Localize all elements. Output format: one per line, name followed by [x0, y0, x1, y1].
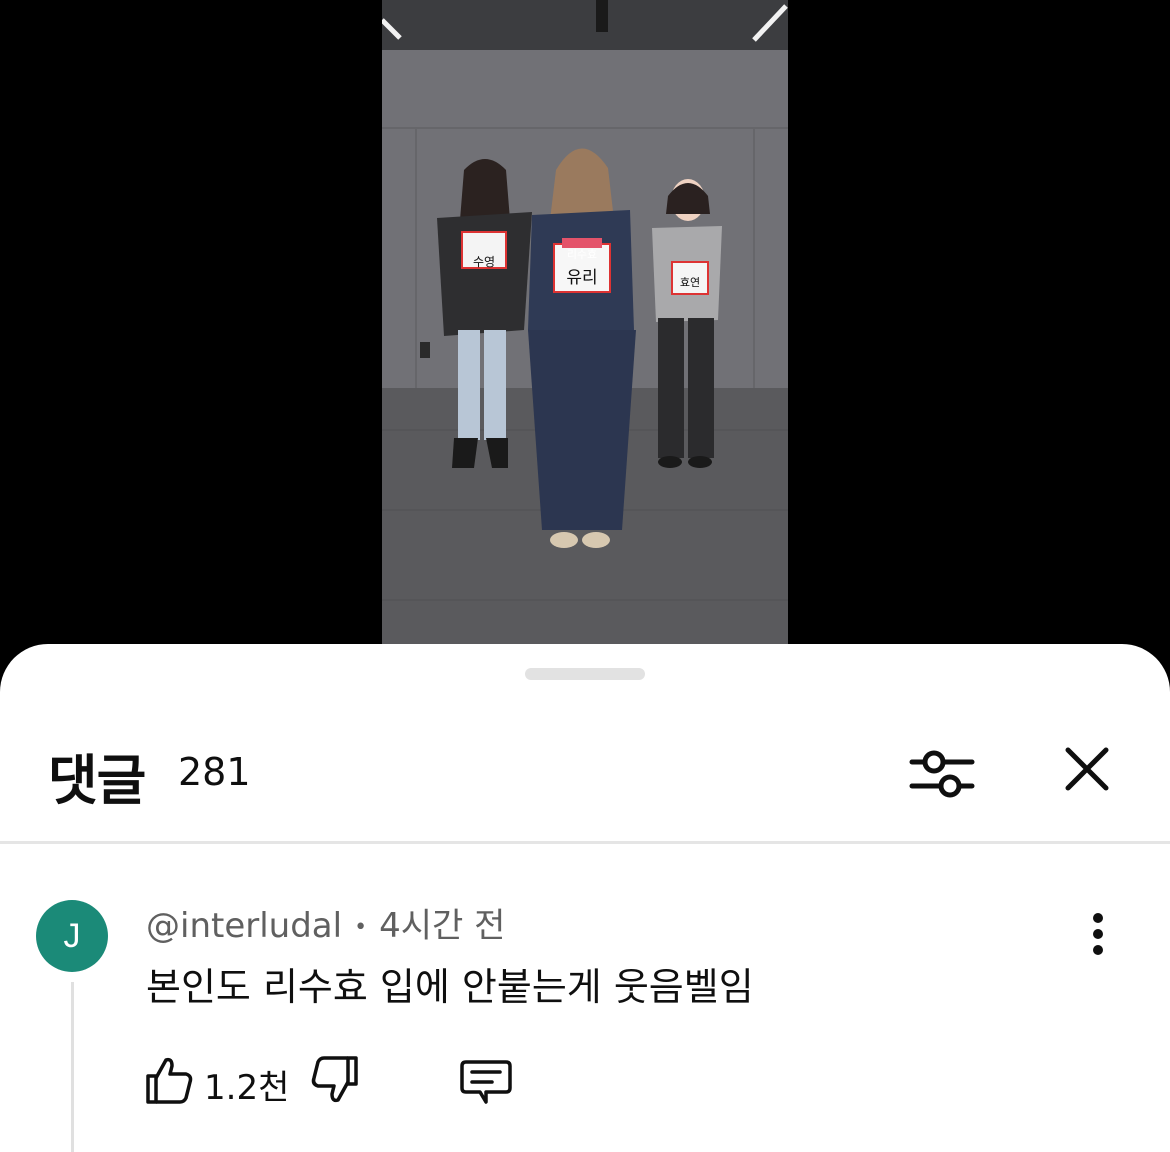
bib-label-left: 수영 [473, 255, 495, 269]
bib-label-right: 효연 [680, 276, 700, 289]
thumbs-up-icon [146, 1057, 193, 1104]
bib-label-center: 유리 [566, 268, 597, 288]
video-frame[interactable]: 수영 리수효 유리 효연 [382, 0, 788, 644]
comment-meta: @interludal • 4시간 전 [146, 898, 505, 947]
close-button[interactable] [1052, 736, 1124, 808]
video-player[interactable]: 수영 리수효 유리 효연 [0, 0, 1170, 660]
more-vert-icon [1093, 913, 1103, 955]
thumbs-down-icon [311, 1056, 358, 1103]
comment-text: 본인도 리수효 입에 안붙는게 웃음벨임 [146, 965, 754, 1009]
comment-time: 4시간 전 [379, 906, 506, 946]
comment-author[interactable]: @interludal [146, 906, 342, 946]
sliders-icon [909, 750, 975, 798]
dislike-button[interactable] [308, 1052, 364, 1108]
comments-count: 281 [178, 750, 251, 794]
reply-button[interactable] [456, 1052, 516, 1108]
comment-more-button[interactable] [1074, 906, 1122, 962]
meta-separator: • [354, 915, 368, 940]
filter-button[interactable] [900, 736, 984, 808]
close-icon [1065, 747, 1109, 791]
avatar-letter: J [63, 916, 81, 955]
thread-line [71, 982, 74, 1152]
comments-sheet: 댓글 281 J @interludal • 4시간 전 본인도 리수효 입에 안붙… [0, 644, 1170, 1152]
bib-label-center-top: 리수효 [567, 248, 597, 261]
reply-icon [460, 1060, 512, 1104]
like-button[interactable] [140, 1052, 196, 1108]
video-still: 수영 리수효 유리 효연 [382, 0, 788, 644]
like-count: 1.2천 [204, 1068, 290, 1108]
drag-handle[interactable] [525, 668, 645, 680]
avatar[interactable]: J [36, 900, 108, 972]
comments-title: 댓글 [48, 749, 146, 812]
header-divider [0, 841, 1170, 844]
